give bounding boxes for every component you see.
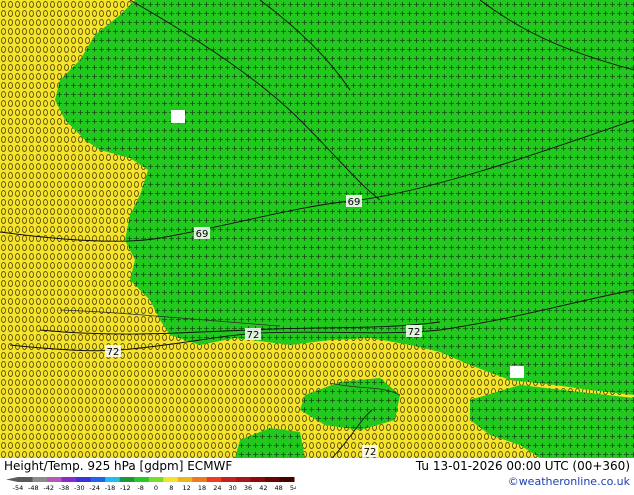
- scale-swatch: [119, 477, 135, 482]
- scale-swatch: [192, 477, 208, 482]
- contour-label-72-c: 72: [105, 345, 121, 358]
- scale-swatch: [18, 477, 34, 482]
- contour-label-69-a: 69: [194, 227, 210, 240]
- scale-swatch: [32, 477, 48, 482]
- scale-swatch: [250, 477, 266, 482]
- contour-label-72-b: 72: [406, 325, 422, 338]
- contour-label-72-a: 72: [245, 328, 261, 341]
- svg-text:72: 72: [408, 327, 421, 338]
- scale-swatch: [148, 477, 164, 482]
- svg-text:72: 72: [107, 347, 120, 358]
- scale-swatch: [105, 477, 121, 482]
- scale-swatch: [279, 477, 295, 482]
- scale-swatch: [47, 477, 63, 482]
- svg-text:72: 72: [364, 447, 377, 458]
- weather-map: 69 69 72 72 72 72: [0, 0, 634, 458]
- svg-text:72: 72: [247, 330, 260, 341]
- scale-swatch: [90, 477, 106, 482]
- svg-text:69: 69: [348, 197, 361, 208]
- scale-swatch: [163, 477, 179, 482]
- scale-swatch: [221, 477, 237, 482]
- scale-swatch: [61, 477, 77, 482]
- color-scale-legend: -54 -48 -42 -38 -30 -24 -18 -12 -8 0 8 12 18 24 30 36 42…: [4, 476, 298, 492]
- scale-swatch: [76, 477, 92, 482]
- marker-box-north: [171, 110, 185, 123]
- scale-swatch: [134, 477, 150, 482]
- svg-text:69: 69: [196, 229, 209, 240]
- map-title: Height/Temp. 925 hPa [gdpm] ECMWF: [4, 459, 233, 473]
- scale-arrow: [6, 477, 18, 482]
- contour-label-72-d: 72: [362, 445, 378, 458]
- scale-swatch: [206, 477, 222, 482]
- color-scale-svg: -54 -48 -42 -38 -30 -24 -18 -12 -8 0 8 12 18 24 30 36 42…: [6, 477, 298, 492]
- credit-link[interactable]: ©weatheronline.co.uk: [508, 475, 630, 488]
- valid-time: Tu 13-01-2026 00:00 UTC (00+360): [415, 459, 630, 473]
- contour-label-69-b: 69: [346, 195, 362, 208]
- marker-box-east: [510, 366, 524, 378]
- scale-swatch: [264, 477, 280, 482]
- footer-bar: Height/Temp. 925 hPa [gdpm] ECMWF Tu 13-…: [0, 458, 634, 492]
- scale-swatch: [177, 477, 193, 482]
- scale-swatch: [235, 477, 251, 482]
